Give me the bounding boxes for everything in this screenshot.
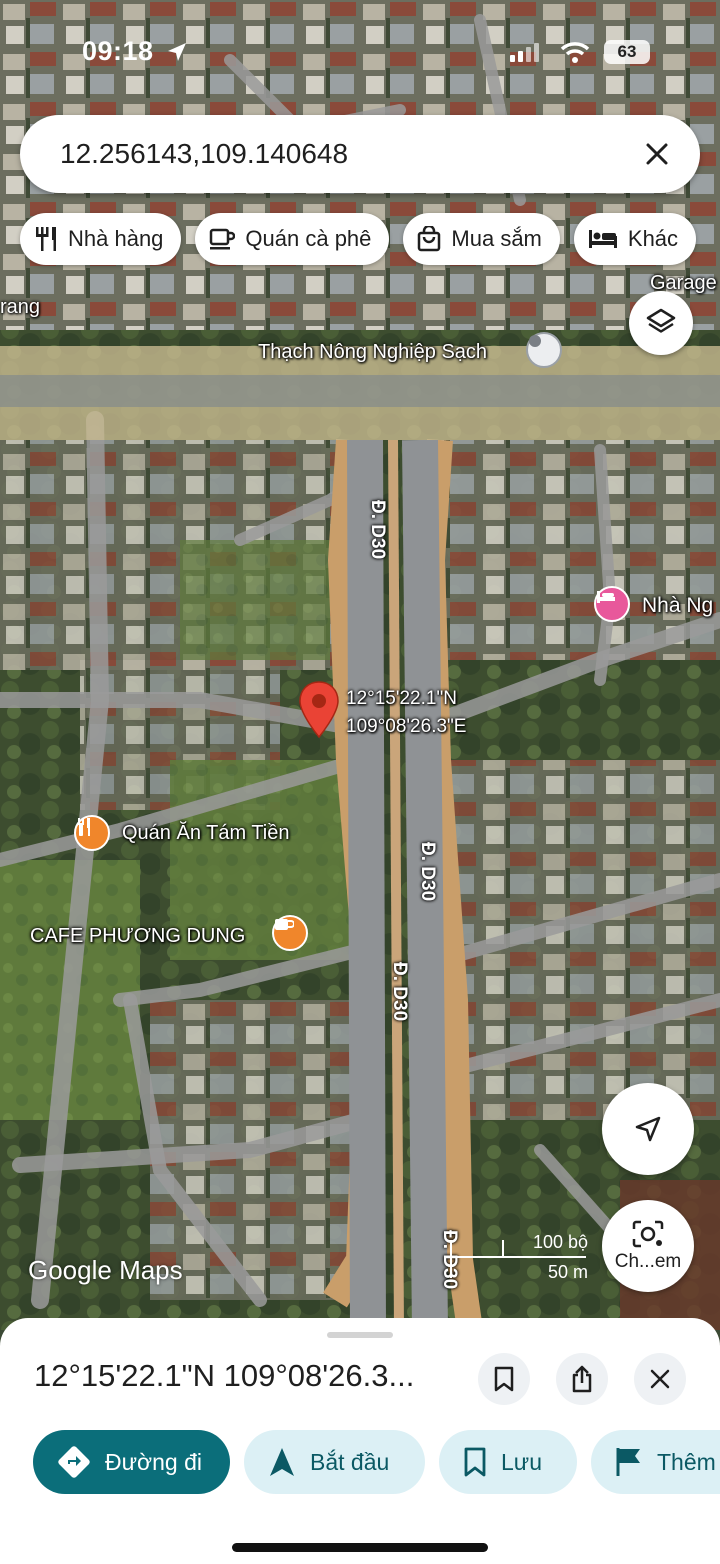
close-sheet-button[interactable] xyxy=(634,1353,686,1405)
save-button[interactable]: Lưu xyxy=(439,1430,577,1494)
chip-other[interactable]: Khác xyxy=(573,213,697,265)
google-maps-logo: Google Maps xyxy=(28,1255,183,1285)
coffee-icon xyxy=(210,228,236,250)
chip-shopping[interactable]: Mua sắm xyxy=(403,213,560,265)
chip-coffee[interactable]: Quán cà phê xyxy=(195,213,390,265)
road-label-d30-2: Đ. D30 xyxy=(417,842,438,902)
save-label: Lưu xyxy=(501,1448,542,1475)
search-input[interactable]: 12.256143,109.140648 xyxy=(60,138,348,170)
share-icon xyxy=(572,1365,592,1393)
scale-metric: 50 m xyxy=(547,1262,588,1282)
save-icon-button[interactable] xyxy=(478,1353,530,1405)
chip-label: Quán cà phê xyxy=(245,226,372,251)
shopping-bag-icon xyxy=(418,226,441,252)
grey-poi-pin[interactable] xyxy=(526,332,562,368)
my-location-button[interactable] xyxy=(602,1083,694,1175)
battery-icon: 63 xyxy=(604,40,650,64)
status-bar: 09:18 63 xyxy=(0,30,720,74)
share-button[interactable] xyxy=(556,1353,608,1405)
scale-bar: 100 bộ 50 m xyxy=(450,1232,590,1292)
pin-lat-label: 12°15'22.1"N xyxy=(346,688,457,709)
scale-imperial: 100 bộ xyxy=(532,1232,588,1252)
status-time: 09:18 xyxy=(82,36,154,66)
restaurant-poi-pin[interactable] xyxy=(74,815,110,851)
place-title: 12°15'22.1"N 109°08'26.3... xyxy=(34,1358,415,1393)
search-bar[interactable]: 12.256143,109.140648 xyxy=(20,115,700,193)
bookmark-icon xyxy=(464,1447,486,1477)
directions-label: Đường đi xyxy=(105,1448,202,1475)
label-quan-an[interactable]: Quán Ăn Tám Tiền xyxy=(122,822,290,845)
close-icon xyxy=(650,1369,670,1389)
home-indicator xyxy=(232,1543,488,1552)
chip-label: Mua sắm xyxy=(451,226,542,251)
bed-icon xyxy=(597,591,615,603)
fork-knife-icon xyxy=(78,818,90,836)
location-arrow-icon xyxy=(168,43,186,61)
bed-icon xyxy=(588,230,617,248)
restaurant-icon xyxy=(36,227,56,251)
label-nha-nghi[interactable]: Nhà Ng xyxy=(642,594,713,618)
start-button[interactable]: Bắt đầu xyxy=(244,1430,425,1494)
dropped-pin-icon[interactable] xyxy=(298,680,340,740)
sheet-drag-handle[interactable] xyxy=(327,1332,393,1338)
navigation-arrow-icon xyxy=(635,1116,661,1142)
label-thach-nong-nghiep[interactable]: Thạch Nông Nghiệp Sạch xyxy=(258,341,487,364)
dot-icon xyxy=(529,335,541,347)
category-chips: Nhà hàng Quán cà phê Mua sắm Khác xyxy=(20,213,697,265)
camera-lens-icon xyxy=(632,1220,664,1248)
hotel-poi-pin[interactable] xyxy=(594,586,630,622)
place-bottom-sheet[interactable]: 12°15'22.1"N 109°08'26.3... Đường đi Bắt… xyxy=(0,1318,720,1564)
layers-button[interactable] xyxy=(629,291,693,355)
cafe-poi-pin[interactable] xyxy=(272,915,308,951)
more-button[interactable]: Thêm xyxy=(591,1430,720,1494)
navigation-arrow-icon xyxy=(270,1448,294,1476)
flag-icon xyxy=(616,1448,640,1476)
more-label: Thêm xyxy=(657,1448,716,1475)
lens-search-button[interactable]: Ch...em xyxy=(602,1200,694,1292)
layers-icon xyxy=(646,308,676,333)
chip-label: Nhà hàng xyxy=(68,226,164,251)
chip-restaurants[interactable]: Nhà hàng xyxy=(20,213,182,265)
chip-label: Khác xyxy=(627,226,679,251)
road-label-d30-3: Đ. D30 xyxy=(389,962,410,1022)
lens-button-label: Ch...em xyxy=(614,1251,682,1272)
wifi-icon xyxy=(560,42,590,63)
signal-icon xyxy=(510,43,539,62)
directions-button[interactable]: Đường đi xyxy=(33,1430,230,1494)
coffee-cup-icon xyxy=(275,919,294,930)
road-label-d30-1: Đ. D30 xyxy=(367,500,388,560)
pin-lng-label: 109°08'26.3"E xyxy=(346,716,467,737)
label-trang[interactable]: rang xyxy=(0,296,40,319)
directions-icon xyxy=(58,1446,90,1478)
close-icon[interactable] xyxy=(638,135,676,173)
start-label: Bắt đầu xyxy=(310,1448,390,1475)
bookmark-icon xyxy=(494,1366,514,1392)
label-cafe[interactable]: CAFE PHƯƠNG DUNG xyxy=(30,925,245,948)
action-buttons: Đường đi Bắt đầu Lưu Thêm xyxy=(33,1430,720,1494)
